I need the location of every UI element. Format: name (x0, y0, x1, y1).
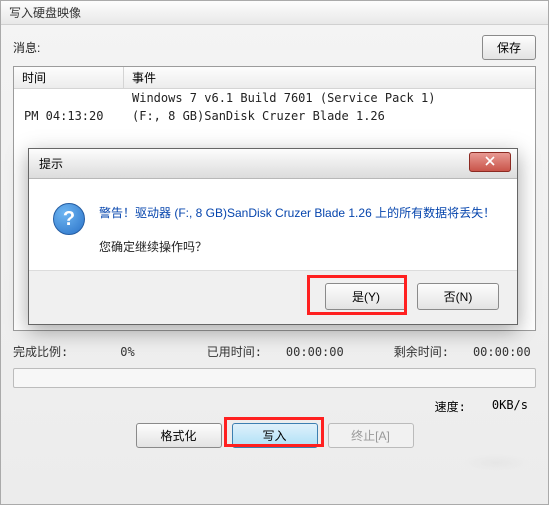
yes-button[interactable]: 是(Y) (325, 283, 407, 310)
cell-time: PM 04:13:20 (14, 109, 124, 123)
cell-event: (F:, 8 GB)SanDisk Cruzer Blade 1.26 (124, 109, 535, 123)
dialog-title: 提示 (39, 155, 63, 172)
speed-label: 速度: (435, 398, 466, 415)
dialog-buttons: 是(Y) 否(N) (29, 270, 517, 324)
format-button[interactable]: 格式化 (136, 423, 222, 448)
confirm-line: 您确定继续操作吗？ (99, 237, 495, 257)
speed-row: 速度: 0KB/s (1, 396, 548, 417)
window-title: 写入硬盘映像 (9, 4, 81, 21)
col-time-header[interactable]: 时间 (14, 67, 124, 88)
warn-line: 警告！驱动器 (F:, 8 GB)SanDisk Cruzer Blade 1.… (99, 203, 495, 223)
elapsed-label: 已用时间: (207, 343, 262, 360)
elapsed-value: 00:00:00 (286, 345, 344, 359)
list-header: 时间 事件 (14, 67, 535, 89)
list-row: Windows 7 v6.1 Build 7601 (Service Pack … (14, 89, 535, 107)
confirm-dialog: 提示 ? 警告！驱动器 (F:, 8 GB)SanDisk Cruzer Bla… (28, 148, 518, 325)
done-value: 0% (120, 345, 134, 359)
cell-event: Windows 7 v6.1 Build 7601 (Service Pack … (124, 91, 535, 105)
main-titlebar: 写入硬盘映像 (1, 1, 548, 25)
close-button[interactable] (469, 152, 511, 172)
info-row: 消息: 保存 (1, 25, 548, 64)
progress-row: 完成比例: 0% 已用时间: 00:00:00 剩余时间: 00:00:00 (1, 337, 548, 364)
done-label: 完成比例: (13, 343, 68, 360)
info-label: 消息: (13, 39, 40, 56)
abort-button: 终止[A] (328, 423, 414, 448)
write-button[interactable]: 写入 (232, 423, 318, 448)
dialog-body: ? 警告！驱动器 (F:, 8 GB)SanDisk Cruzer Blade … (29, 179, 517, 270)
remain-value: 00:00:00 (473, 345, 531, 359)
save-button[interactable]: 保存 (482, 35, 536, 60)
remain-label: 剩余时间: (394, 343, 449, 360)
dialog-text: 警告！驱动器 (F:, 8 GB)SanDisk Cruzer Blade 1.… (99, 203, 495, 258)
progress-bar (13, 368, 536, 388)
list-row: PM 04:13:20 (F:, 8 GB)SanDisk Cruzer Bla… (14, 107, 535, 125)
dialog-titlebar[interactable]: 提示 (29, 149, 517, 179)
close-icon (485, 155, 495, 169)
no-button[interactable]: 否(N) (417, 283, 499, 310)
col-event-header[interactable]: 事件 (124, 67, 535, 88)
bottom-buttons: 格式化 写入 终止[A] (1, 417, 548, 458)
speed-value: 0KB/s (492, 398, 528, 415)
smudge-decor (462, 454, 530, 472)
question-icon: ? (53, 203, 85, 235)
